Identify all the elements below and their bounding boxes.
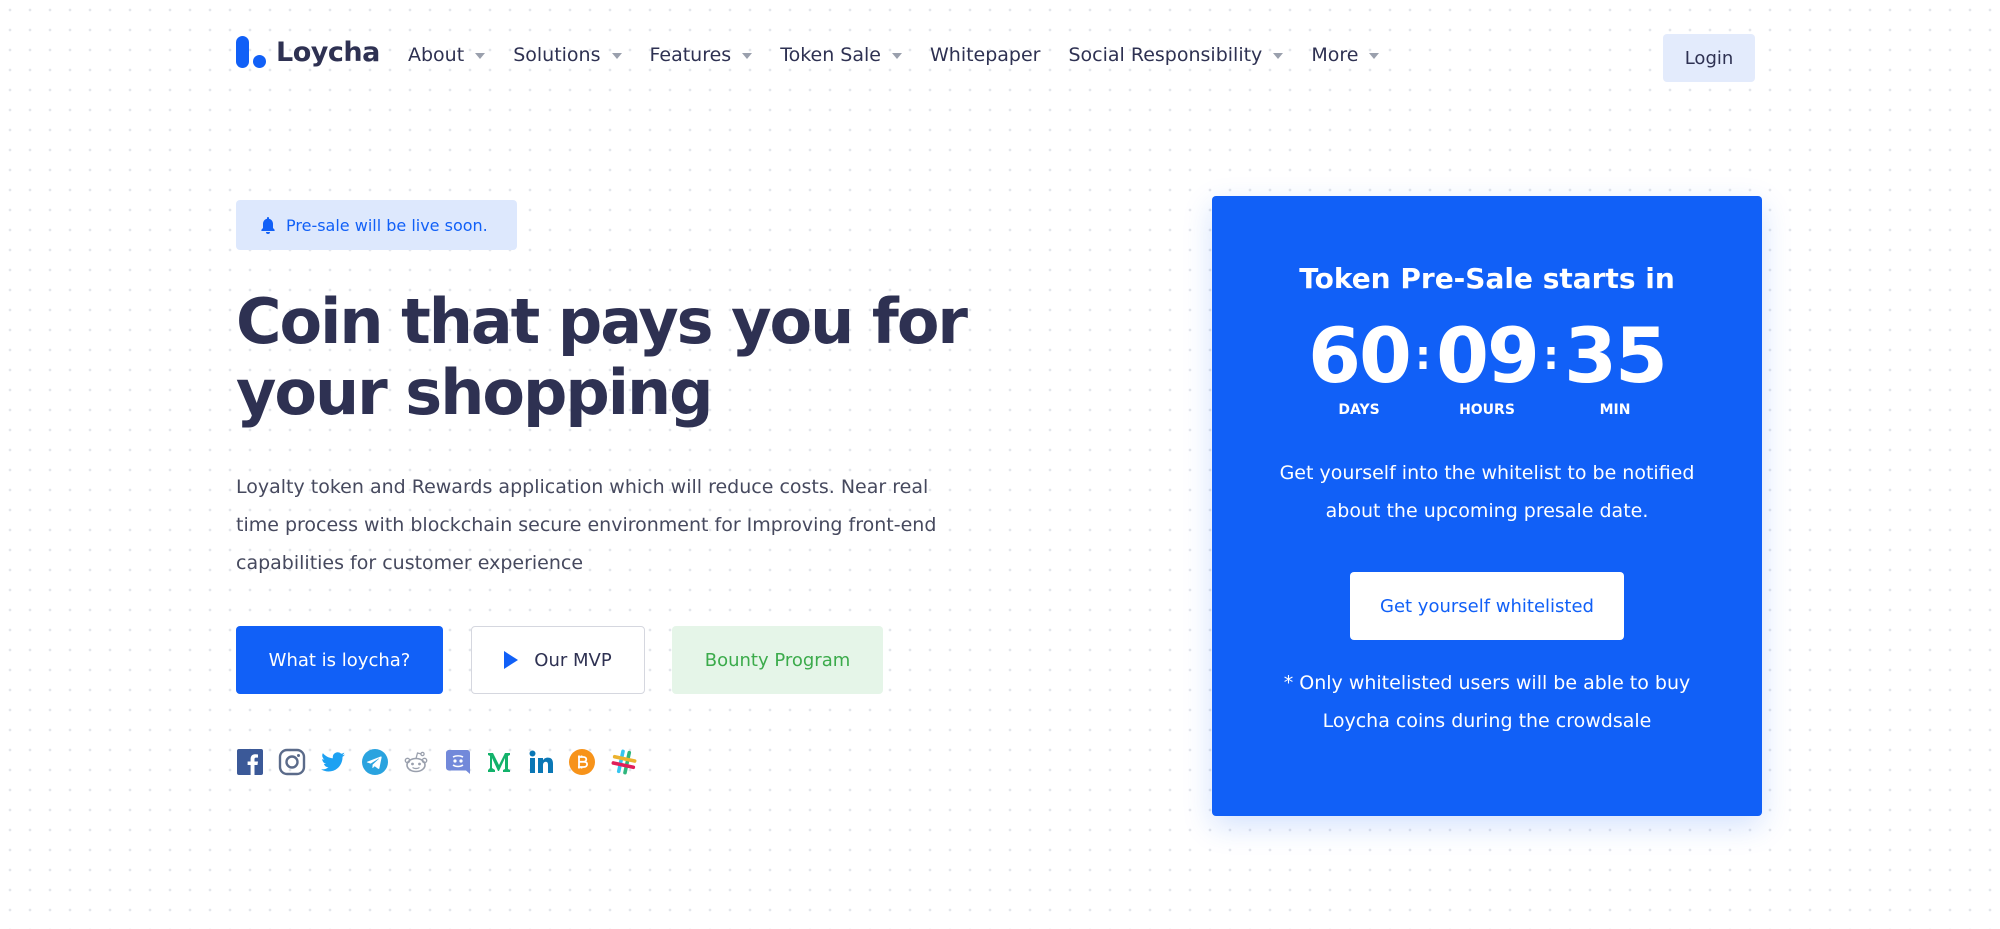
social-links	[236, 748, 651, 776]
caret-down-icon	[611, 53, 622, 59]
badge-text: Pre-sale will be live soon.	[286, 215, 488, 235]
slack-icon[interactable]	[610, 748, 638, 776]
top-navigation: Loycha About Solutions Features Token Sa…	[236, 30, 1755, 86]
nav-item-features[interactable]: Features	[650, 44, 753, 66]
nav-item-label: Features	[649, 44, 732, 66]
caret-down-icon	[1273, 53, 1284, 59]
nav-item-label: Whitepaper	[929, 44, 1041, 66]
nav-item-label: More	[1311, 44, 1359, 66]
play-icon	[504, 651, 519, 669]
hours-value: 09	[1436, 311, 1540, 400]
nav-item-more[interactable]: More	[1311, 44, 1380, 66]
countdown-minutes: 35 MIN	[1563, 311, 1668, 419]
countdown-timer: 60 DAYS : 09 HOURS : 35 MIN	[1212, 311, 1762, 419]
reddit-icon[interactable]	[402, 748, 430, 776]
login-button[interactable]: Login	[1663, 34, 1755, 82]
hero-headline: Coin that pays you for your shopping	[236, 286, 996, 428]
nav-item-token-sale[interactable]: Token Sale	[780, 44, 902, 66]
days-value: 60	[1308, 311, 1412, 400]
caret-down-icon	[891, 53, 902, 59]
headline-line-2: your shopping	[236, 356, 713, 429]
logo-mark-icon	[236, 36, 268, 68]
twitter-icon[interactable]	[319, 748, 347, 776]
instagram-icon[interactable]	[278, 748, 306, 776]
days-label: DAYS	[1338, 402, 1380, 418]
presale-card: Token Pre-Sale starts in 60 DAYS : 09 HO…	[1212, 196, 1762, 816]
linkedin-icon[interactable]	[527, 748, 555, 776]
whitelist-info-text: Get yourself into the whitelist to be no…	[1279, 462, 1695, 522]
countdown-hours: 09 HOURS	[1435, 311, 1540, 419]
nav-item-whitepaper[interactable]: Whitepaper	[930, 44, 1041, 66]
nav-item-label: Solutions	[513, 44, 601, 66]
nav-item-about[interactable]: About	[408, 44, 486, 66]
minutes-value: 35	[1564, 311, 1668, 400]
nav-item-social-responsibility[interactable]: Social Responsibility	[1069, 44, 1284, 66]
main-menu: About Solutions Features Token Sale Whit…	[408, 44, 1407, 66]
nav-item-label: Token Sale	[780, 44, 881, 66]
caret-down-icon	[475, 53, 486, 59]
nav-item-label: About	[408, 44, 465, 66]
countdown-separator: :	[1415, 333, 1431, 379]
bitcoin-icon[interactable]	[568, 748, 596, 776]
countdown-separator: :	[1543, 333, 1559, 379]
presale-badge: Pre-sale will be live soon.	[236, 200, 517, 250]
telegram-icon[interactable]	[361, 748, 389, 776]
brand-name: Loycha	[276, 36, 380, 68]
whitelist-note: * Only whitelisted users will be able to…	[1283, 672, 1691, 732]
bounty-program-button[interactable]: Bounty Program	[672, 626, 883, 694]
discord-icon[interactable]	[444, 748, 472, 776]
minutes-label: MIN	[1599, 402, 1631, 418]
medium-icon[interactable]	[485, 748, 513, 776]
caret-down-icon	[742, 53, 753, 59]
get-whitelisted-button[interactable]: Get yourself whitelisted	[1350, 572, 1624, 640]
nav-item-solutions[interactable]: Solutions	[513, 44, 622, 66]
hero-description: Loyalty token and Rewards application wh…	[236, 476, 937, 574]
bell-icon	[261, 217, 275, 234]
our-mvp-label: Our MVP	[534, 649, 612, 671]
what-is-loycha-button[interactable]: What is loycha?	[236, 626, 443, 694]
our-mvp-button[interactable]: Our MVP	[471, 626, 645, 694]
caret-down-icon	[1369, 53, 1380, 59]
brand-logo[interactable]: Loycha	[236, 36, 380, 68]
facebook-icon[interactable]	[236, 748, 264, 776]
hours-label: HOURS	[1459, 402, 1515, 418]
headline-line-1: Coin that pays you for	[236, 285, 968, 358]
countdown-days: 60 DAYS	[1307, 311, 1412, 419]
presale-title: Token Pre-Sale starts in	[1299, 262, 1675, 295]
nav-item-label: Social Responsibility	[1068, 44, 1263, 66]
